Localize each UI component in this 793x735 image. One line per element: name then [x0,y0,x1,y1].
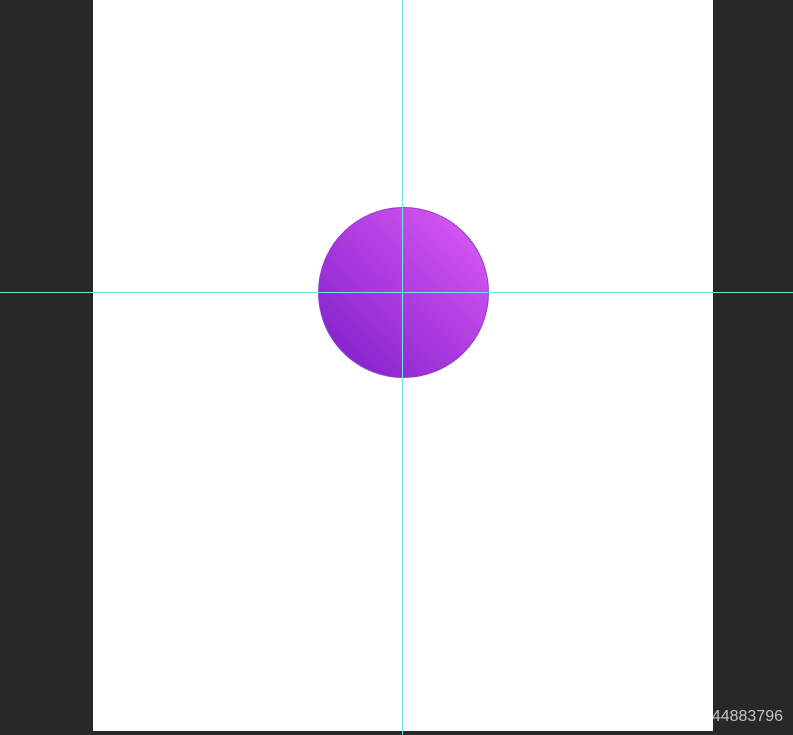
horizontal-guide-line[interactable] [0,292,793,293]
vertical-guide-line[interactable] [402,0,403,735]
watermark-text: https://blog.csdn.net/qq_44883796 [537,708,783,725]
workspace: https://blog.csdn.net/qq_44883796 [0,0,793,735]
